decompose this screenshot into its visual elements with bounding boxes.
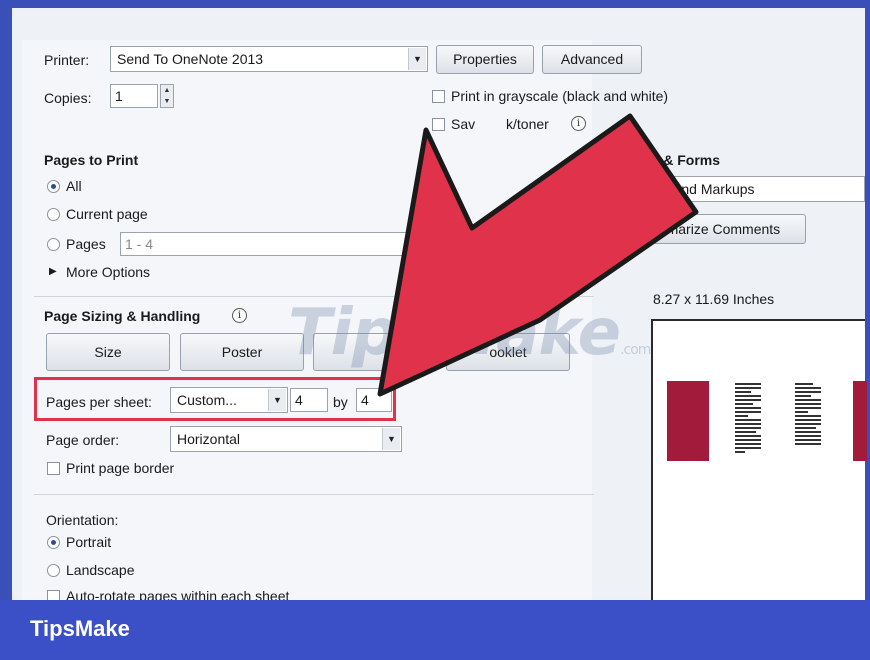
chevron-down-icon[interactable]: ▼ (408, 48, 426, 70)
pages-label: Pages (66, 236, 106, 252)
page-thumbnail (667, 381, 709, 461)
printer-label: Printer: (44, 52, 90, 68)
pages-per-sheet-label: Pages per sheet: (46, 394, 152, 410)
columns-input[interactable]: 4 (290, 388, 328, 412)
copies-label: Copies: (44, 90, 92, 106)
copies-stepper[interactable]: ▲ ▼ (160, 84, 174, 108)
orientation-title: Orientation: (46, 512, 119, 528)
grayscale-label: Print in grayscale (black and white) (451, 88, 669, 104)
portrait-radio[interactable] (47, 536, 60, 549)
rows-input[interactable]: 4 (356, 388, 392, 412)
brand-logo: TipsMake (30, 616, 130, 641)
pages-range-input[interactable]: 1 - 4 (120, 232, 407, 256)
grayscale-checkbox[interactable] (432, 90, 445, 103)
properties-button[interactable]: Properties (436, 45, 534, 74)
expand-triangle-icon[interactable]: ▶ (49, 266, 57, 277)
comments-forms-select[interactable]: ocument and Markups (611, 176, 865, 202)
all-label: All (66, 178, 82, 194)
poster-button[interactable]: Poster (180, 333, 304, 371)
brand-footer: TipsMake (0, 600, 870, 660)
page-thumbnail (853, 381, 867, 461)
save-ink-label-start: Sav (451, 116, 476, 132)
page-thumbnail (795, 383, 821, 447)
pages-per-sheet-select[interactable]: Custom... ▼ (170, 387, 288, 413)
save-ink-label-end: k/toner (506, 116, 549, 132)
comments-forms-title: nents & Forms (622, 152, 721, 168)
save-ink-checkbox[interactable] (432, 118, 445, 131)
info-icon[interactable]: i (232, 308, 247, 323)
print-page-border-label: Print page border (66, 460, 175, 476)
by-label: by (333, 394, 348, 410)
divider (34, 494, 594, 495)
page-thumbnail (735, 383, 761, 455)
pages-radio[interactable] (47, 238, 60, 251)
page-sizing-title: Page Sizing & Handling (44, 308, 201, 324)
copies-input[interactable]: 1 (110, 84, 158, 108)
landscape-radio[interactable] (47, 564, 60, 577)
print-page-border-checkbox[interactable] (47, 462, 60, 475)
pages-to-print-title: Pages to Print (44, 152, 139, 168)
page-order-value: Horizontal (177, 431, 241, 447)
screenshot-frame: Printer: Send To OneNote 2013 ▼ Properti… (0, 0, 870, 660)
current-page-label: Current page (66, 206, 148, 222)
printer-value: Send To OneNote 2013 (117, 51, 264, 67)
current-page-radio[interactable] (47, 208, 60, 221)
portrait-label: Portrait (66, 534, 112, 550)
printer-select[interactable]: Send To OneNote 2013 ▼ (110, 46, 428, 72)
top-border (0, 0, 870, 8)
size-button[interactable]: Size (46, 333, 170, 371)
landscape-label: Landscape (66, 562, 135, 578)
page-order-select[interactable]: Horizontal ▼ (170, 426, 402, 452)
pages-per-sheet-value: Custom... (177, 392, 237, 408)
more-options-link[interactable]: More Options (66, 264, 150, 280)
page-size-label: 8.27 x 11.69 Inches (653, 291, 775, 307)
comments-forms-value: ocument and Markups (616, 181, 755, 197)
summarize-comments-button[interactable]: Summarize Comments (612, 214, 806, 244)
watermark: TipsMake.com (288, 296, 651, 370)
right-border (865, 0, 870, 600)
chevron-down-icon[interactable]: ▼ (268, 389, 286, 411)
print-preview-sheet (651, 319, 867, 600)
chevron-down-icon[interactable]: ▼ (382, 428, 400, 450)
left-border (0, 0, 12, 600)
info-icon[interactable]: i (571, 116, 586, 131)
advanced-button[interactable]: Advanced (542, 45, 642, 74)
page-order-label: Page order: (46, 432, 120, 448)
all-radio[interactable] (47, 180, 60, 193)
